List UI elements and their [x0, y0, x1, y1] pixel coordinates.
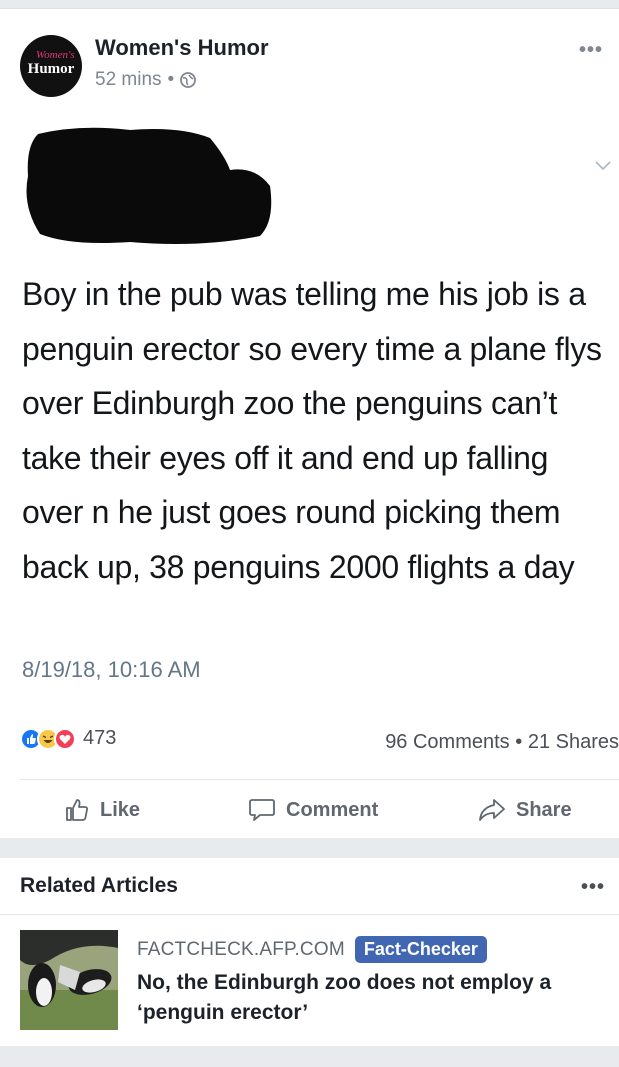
fact-checker-badge: Fact-Checker: [354, 936, 487, 963]
share-icon: [479, 799, 505, 821]
love-reaction-icon: [54, 727, 76, 750]
thumbs-up-icon: [66, 799, 88, 821]
related-articles-section: Related Articles ••• FACTCHECK.AFP.COM F…: [0, 858, 619, 1046]
avatar-text-bottom: Humor: [27, 61, 75, 77]
article-source: FACTCHECK.AFP.COM: [137, 938, 345, 960]
article-thumbnail[interactable]: [20, 930, 118, 1030]
engagement-counts: 96 Comments • 21 Shares: [385, 731, 619, 754]
tweet-date: 8/19/18, 10:16 AM: [22, 657, 201, 682]
comments-count[interactable]: 96 Comments: [385, 731, 510, 753]
actions-divider: [20, 779, 619, 780]
like-label: Like: [100, 798, 141, 821]
post-time[interactable]: 52 mins: [95, 69, 162, 91]
comment-label: Comment: [286, 798, 379, 821]
page-name[interactable]: Women's Humor: [95, 35, 269, 61]
comment-icon: [249, 799, 275, 821]
page-avatar[interactable]: Women's Humor: [20, 35, 82, 97]
reactions-count: 473: [83, 727, 117, 749]
article-title-link[interactable]: No, the Edinburgh zoo does not employ a …: [137, 968, 597, 1028]
post-options-button[interactable]: •••: [579, 39, 603, 62]
avatar-text-top: Women's: [36, 49, 75, 61]
reactions-summary[interactable]: 473: [20, 727, 116, 750]
related-articles-title: Related Articles: [20, 874, 178, 897]
meta-separator: •: [167, 69, 175, 90]
like-button[interactable]: Like: [64, 797, 140, 823]
post-meta: 52 mins •: [95, 69, 197, 91]
globe-icon: [180, 72, 197, 88]
related-options-button[interactable]: •••: [581, 876, 605, 899]
related-divider: [0, 914, 619, 915]
counts-dot: •: [515, 731, 523, 753]
chevron-down-icon[interactable]: [595, 161, 611, 171]
facebook-post: Women's Humor Women's Humor 52 mins • ••…: [0, 8, 619, 838]
redacted-profile-blob: [26, 127, 272, 244]
comment-button[interactable]: Comment: [248, 797, 378, 823]
shares-count[interactable]: 21 Shares: [528, 731, 619, 753]
share-label: Share: [516, 798, 572, 821]
share-button[interactable]: Share: [478, 797, 572, 823]
tweet-text: Boy in the pub was telling me his job is…: [22, 276, 602, 585]
article-source-line: FACTCHECK.AFP.COM Fact-Checker: [137, 936, 487, 963]
